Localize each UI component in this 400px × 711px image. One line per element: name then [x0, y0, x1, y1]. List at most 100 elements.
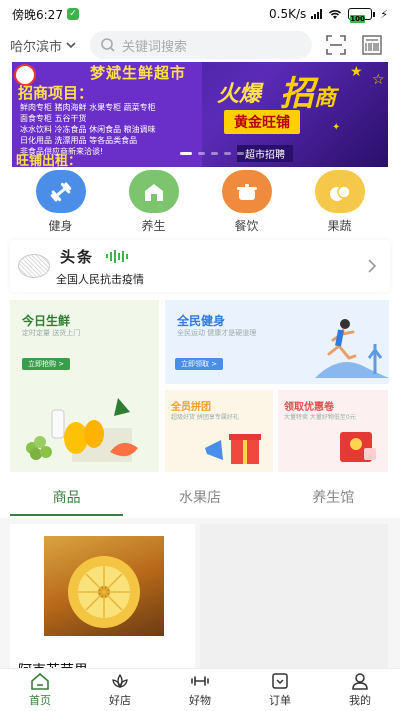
headline-text: 全国人民抗击疫情: [56, 273, 144, 286]
chevron-down-icon: [66, 42, 76, 49]
search-icon: [101, 38, 115, 52]
house-icon: [128, 170, 179, 213]
banner-line: 面食专柜 五谷干货: [20, 114, 87, 123]
pot-icon: [221, 170, 272, 213]
qrcode-icon: [362, 35, 382, 55]
network-speed: 0.5K/s: [269, 7, 307, 21]
tab-products[interactable]: 商品: [0, 480, 133, 518]
claim-now-button[interactable]: 立即领取 >: [175, 358, 224, 370]
promo-banner[interactable]: 梦斌生鲜超市 招商项目： 鲜肉专柜 猪肉海鲜 水果专柜 蔬菜专柜 面食专柜 五谷…: [12, 62, 388, 167]
wifi-icon: [329, 10, 342, 19]
nav-label: 好物: [189, 694, 211, 707]
status-right: 0.5K/s 100 ⚡: [269, 7, 388, 23]
category-dining[interactable]: 餐饮: [217, 170, 277, 234]
top-bar: 哈尔滨市 关键词搜索: [0, 28, 400, 62]
content-tabs: 商品 水果店 养生馆: [0, 480, 400, 518]
city-label: 哈尔滨市: [10, 39, 63, 55]
chevron-right-icon: [368, 259, 377, 273]
wechat-icon: ✓: [66, 8, 79, 20]
order-icon: [272, 673, 288, 689]
promo-title: 全员拼团: [171, 402, 211, 413]
product-list: 阿克苏苹果: [0, 518, 400, 668]
banner-indicator: [180, 152, 244, 155]
nav-label: 好店: [109, 694, 131, 707]
banner-line: 日化用品 洗漂用品 等各品类食品: [20, 136, 138, 145]
category-fitness[interactable]: 健身: [31, 170, 91, 234]
promo-title: 今日生鲜: [22, 314, 71, 328]
status-bar: 傍晚6:27 ✓ 0.5K/s 100 ⚡: [0, 0, 400, 28]
sound-wave-icon: [106, 249, 128, 263]
banner-rent: 旺铺出租：: [16, 154, 82, 167]
gift-megaphone-illustration: [205, 434, 261, 464]
banner-hot: 火爆: [217, 82, 262, 107]
category-label: 健身: [48, 219, 73, 233]
dumbbell-icon: [35, 170, 86, 213]
search-input[interactable]: 关键词搜索: [90, 31, 312, 59]
product-card-placeholder: [200, 524, 388, 668]
signal-icon: [311, 9, 323, 19]
nav-home[interactable]: 首页: [0, 669, 80, 711]
star-icon: ✦: [332, 122, 341, 133]
banner-title: 招商项目：: [18, 84, 94, 102]
category-produce[interactable]: 果蔬: [310, 170, 370, 234]
home-icon: [31, 672, 49, 690]
promo-coupon[interactable]: 领取优惠卷 大量特卖 大量好物低至0元: [278, 390, 388, 472]
scan-button[interactable]: [324, 33, 348, 57]
promo-subtitle: 全民运动 健康才是硬道理: [177, 329, 257, 337]
headlines-title: 头条: [60, 248, 95, 266]
star-icon: ☆: [372, 72, 385, 88]
nav-label: 订单: [269, 694, 291, 707]
promo-title: 全民健身: [177, 314, 226, 328]
product-name: 阿克苏苹果: [18, 660, 88, 668]
nav-stores[interactable]: 好店: [80, 669, 160, 711]
banner-line: 鲜肉专柜 猪肉海鲜 水果专柜 蔬菜专柜: [20, 103, 156, 112]
battery-icon: 100: [348, 8, 376, 23]
user-icon: [352, 673, 368, 690]
city-selector[interactable]: 哈尔滨市: [10, 36, 88, 55]
nav-label: 首页: [29, 694, 51, 707]
headlines-card[interactable]: 头条 全国人民抗击疫情: [10, 240, 390, 292]
banner-hot-big: 招商: [280, 66, 336, 115]
charging-icon: ⚡: [380, 7, 388, 21]
headline-avatar: [18, 254, 50, 278]
category-row: 健身 养生 餐饮 果蔬: [0, 170, 400, 234]
nav-goods[interactable]: 好物: [160, 669, 240, 711]
fruit-basket-illustration: [26, 398, 138, 462]
bottom-nav: 首页 好店 好物 订单 我的: [0, 668, 400, 711]
promo-subtitle: 大量特卖 大量好物低至0元: [284, 414, 356, 421]
banner-hot-char: 招: [280, 74, 314, 114]
status-time: 傍晚6:27: [12, 7, 63, 22]
fruit-icon: [314, 170, 365, 213]
battery-level: 100: [350, 15, 365, 23]
category-label: 果蔬: [327, 219, 352, 233]
tab-fruit-store[interactable]: 水果店: [133, 480, 266, 518]
scan-icon: [326, 35, 346, 55]
nav-orders[interactable]: 订单: [240, 669, 320, 711]
red-envelope-illustration: [340, 432, 376, 462]
tab-wellness[interactable]: 养生馆: [267, 480, 400, 518]
nav-label: 我的: [349, 694, 371, 707]
promo-group-buy[interactable]: 全员拼团 超级好货 拼团享专属好礼: [165, 390, 273, 472]
category-health[interactable]: 养生: [124, 170, 184, 234]
qrcode-button[interactable]: [360, 33, 384, 57]
banner-line: 冰水饮料 冷冻食品 休闲食品 粮油调味: [20, 125, 156, 134]
product-image: [44, 536, 164, 636]
banner-hot-tail: 商: [314, 86, 337, 111]
category-label: 养生: [141, 219, 166, 233]
promo-subtitle: 超级好货 拼团享专属好礼: [171, 414, 239, 421]
runner-illustration: [315, 319, 389, 378]
star-icon: ★: [350, 64, 363, 80]
promo-title: 领取优惠卷: [284, 402, 334, 413]
promo-fitness[interactable]: 全民健身 全民运动 健康才是硬道理 立即领取 >: [165, 300, 389, 384]
banner-recruit-label: 超市招聘: [237, 145, 293, 162]
banner-gold-label: 黄金旺铺: [224, 110, 300, 134]
promo-today-fresh[interactable]: 今日生鲜 定时定量 送货上门 立即抢购 >: [10, 300, 159, 472]
lotus-icon: [112, 673, 128, 689]
buy-now-button[interactable]: 立即抢购 >: [22, 358, 71, 370]
banner-brand: 梦斌生鲜超市: [90, 64, 187, 82]
dumbbell-icon: [191, 676, 209, 686]
promo-subtitle: 定时定量 送货上门: [22, 329, 81, 337]
product-card[interactable]: 阿克苏苹果: [10, 524, 195, 668]
category-label: 餐饮: [234, 219, 259, 233]
nav-profile[interactable]: 我的: [320, 669, 400, 711]
